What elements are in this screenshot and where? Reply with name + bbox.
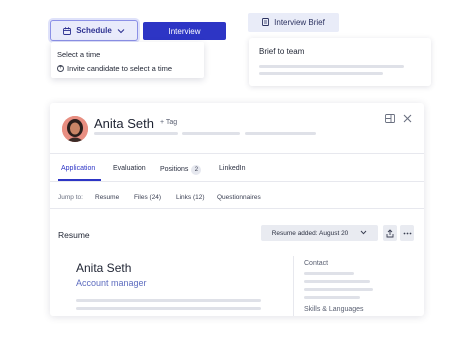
tab-positions[interactable]: Positions 2 [160,165,202,175]
jump-link-files[interactable]: Files (24) [134,194,161,201]
interview-button[interactable]: Interview [143,22,226,40]
jump-link-resume[interactable]: Resume [95,194,119,201]
add-tag-button[interactable]: + Tag [160,119,177,126]
placeholder-line [76,307,261,310]
brief-card: Brief to team [249,38,431,86]
placeholder-line [259,72,383,75]
tab-application[interactable]: Application [61,165,95,172]
resume-candidate-role: Account manager [76,278,147,288]
jump-link-questionnaires[interactable]: Questionnaires [217,194,261,201]
placeholder-line [94,132,178,135]
placeholder-line [76,299,261,302]
header-divider [50,153,424,154]
placeholder-line [245,132,316,135]
tab-linkedin[interactable]: LinkedIn [219,165,245,172]
calendar-icon [63,26,72,35]
jump-to-label: Jump to: [58,194,83,201]
tab-evaluation[interactable]: Evaluation [113,165,146,172]
resume-candidate-name: Anita Seth [76,261,132,275]
candidate-profile-card: Anita Seth + Tag Application Evaluation … [50,103,424,316]
interview-brief-button[interactable]: Interview Brief [248,13,339,32]
resume-select-label: Resume added: August 20 [271,229,349,237]
avatar [62,116,88,142]
jump-link-links[interactable]: Links (12) [176,194,205,201]
brief-card-title: Brief to team [259,47,305,56]
schedule-dropdown-menu: Select a time + Invite candidate to sele… [51,42,204,78]
schedule-button[interactable]: Schedule [50,20,138,41]
jump-divider [50,208,424,209]
menu-item-invite-candidate[interactable]: + Invite candidate to select a time [57,61,198,75]
resume-column-divider [293,256,294,316]
document-icon [262,17,270,28]
plus-circle-icon: + [57,64,64,72]
menu-item-select-time[interactable]: Select a time [57,47,198,61]
resume-section-title: Resume [58,230,90,240]
chevron-down-icon [117,28,125,34]
resume-version-select[interactable]: Resume added: August 20 [261,225,378,241]
schedule-button-label: Schedule [76,26,112,35]
close-icon[interactable] [403,114,412,126]
placeholder-line [304,280,370,283]
placeholder-line [304,272,354,275]
candidate-name: Anita Seth [94,116,154,131]
layout-panel-icon[interactable] [385,114,395,126]
placeholder-line [304,288,373,291]
placeholder-line [182,132,240,135]
positions-count-badge: 2 [191,165,202,175]
more-options-icon[interactable] [400,225,414,241]
contact-label: Contact [304,260,329,267]
placeholder-line [304,296,360,299]
interview-brief-label: Interview Brief [274,18,325,27]
skills-languages-label: Skills & Languages [304,306,364,313]
chevron-down-icon [360,230,367,237]
tabs-divider [50,181,424,182]
share-upload-icon[interactable] [383,225,397,241]
placeholder-line [259,65,404,68]
